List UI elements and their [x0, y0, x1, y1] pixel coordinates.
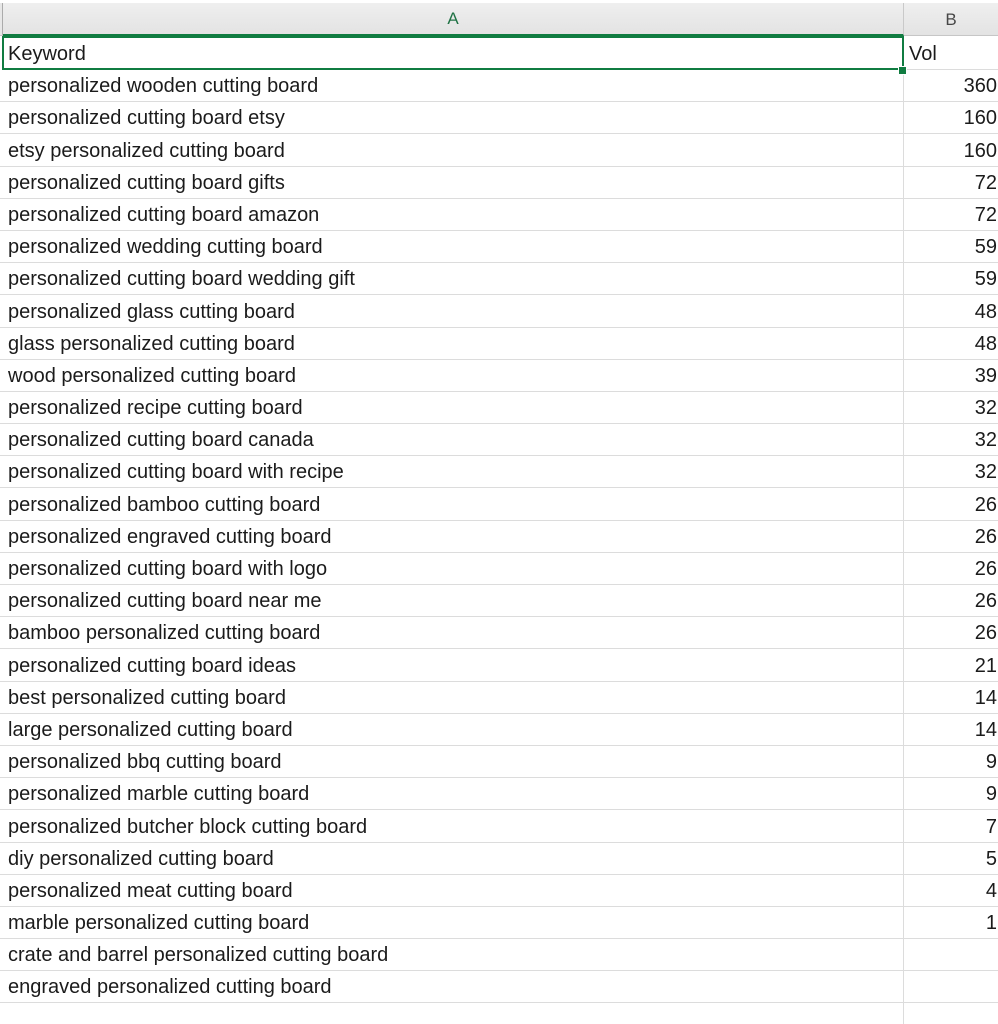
vol-cell[interactable]: 160: [904, 102, 998, 134]
table-row: best personalized cutting board14: [0, 682, 998, 714]
vol-cell[interactable]: 5: [904, 843, 998, 875]
keyword-cell[interactable]: engraved personalized cutting board: [0, 971, 904, 1003]
keyword-cell[interactable]: diy personalized cutting board: [0, 843, 904, 875]
table-row: personalized wedding cutting board59: [0, 231, 998, 263]
vol-cell[interactable]: 7: [904, 810, 998, 842]
vol-cell[interactable]: 1: [904, 907, 998, 939]
vol-cell[interactable]: 360: [904, 70, 998, 102]
keyword-cell[interactable]: wood personalized cutting board: [0, 360, 904, 392]
table-row: personalized cutting board ideas21: [0, 649, 998, 681]
keyword-cell[interactable]: personalized recipe cutting board: [0, 392, 904, 424]
keyword-cell[interactable]: personalized glass cutting board: [0, 295, 904, 327]
table-row: bamboo personalized cutting board26: [0, 617, 998, 649]
vol-cell[interactable]: [904, 1003, 998, 1024]
table-row: personalized marble cutting board9: [0, 778, 998, 810]
keyword-cell[interactable]: large personalized cutting board: [0, 714, 904, 746]
column-header-band: A B: [0, 3, 998, 36]
vol-cell[interactable]: 48: [904, 295, 998, 327]
table-row: engraved personalized cutting board: [0, 971, 998, 1003]
vol-cell[interactable]: 26: [904, 553, 998, 585]
table-row: personalized bamboo cutting board26: [0, 488, 998, 520]
keyword-cell[interactable]: best personalized cutting board: [0, 682, 904, 714]
table-row: personalized cutting board with recipe32: [0, 456, 998, 488]
keyword-cell[interactable]: personalized cutting board with logo: [0, 553, 904, 585]
vol-cell[interactable]: 26: [904, 585, 998, 617]
vol-cell[interactable]: 14: [904, 714, 998, 746]
cell-a1-keyword[interactable]: Keyword: [2, 36, 904, 70]
vol-cell[interactable]: 32: [904, 392, 998, 424]
vol-cell[interactable]: 59: [904, 263, 998, 295]
vol-cell[interactable]: 4: [904, 875, 998, 907]
table-row: crate and barrel personalized cutting bo…: [0, 939, 998, 971]
empty-row: [0, 1003, 998, 1024]
table-row: marble personalized cutting board1: [0, 907, 998, 939]
table-row: personalized recipe cutting board32: [0, 392, 998, 424]
keyword-cell[interactable]: marble personalized cutting board: [0, 907, 904, 939]
table-row: personalized cutting board etsy160: [0, 102, 998, 134]
spreadsheet-grid: A B Keyword Vol personalized wooden cutt…: [0, 0, 998, 1024]
table-row: personalized engraved cutting board26: [0, 521, 998, 553]
keyword-cell[interactable]: [0, 1003, 904, 1024]
vol-cell[interactable]: 14: [904, 682, 998, 714]
vol-cell[interactable]: 9: [904, 778, 998, 810]
keyword-cell[interactable]: glass personalized cutting board: [0, 328, 904, 360]
vol-cell[interactable]: 21: [904, 649, 998, 681]
keyword-cell[interactable]: crate and barrel personalized cutting bo…: [0, 939, 904, 971]
table-row: diy personalized cutting board5: [0, 843, 998, 875]
table-row: wood personalized cutting board39: [0, 360, 998, 392]
table-row: personalized cutting board with logo26: [0, 553, 998, 585]
keyword-cell[interactable]: personalized bamboo cutting board: [0, 488, 904, 520]
vol-cell[interactable]: 26: [904, 488, 998, 520]
keyword-cell[interactable]: personalized cutting board with recipe: [0, 456, 904, 488]
table-row: personalized cutting board near me26: [0, 585, 998, 617]
keyword-cell[interactable]: personalized cutting board amazon: [0, 199, 904, 231]
vol-cell[interactable]: 48: [904, 328, 998, 360]
column-header-a[interactable]: A: [3, 3, 904, 36]
vol-cell[interactable]: 59: [904, 231, 998, 263]
keyword-cell[interactable]: personalized wooden cutting board: [0, 70, 904, 102]
keyword-cell[interactable]: personalized cutting board wedding gift: [0, 263, 904, 295]
keyword-cell[interactable]: personalized wedding cutting board: [0, 231, 904, 263]
keyword-cell[interactable]: personalized bbq cutting board: [0, 746, 904, 778]
table-row: etsy personalized cutting board160: [0, 134, 998, 166]
table-row: personalized cutting board canada32: [0, 424, 998, 456]
header-row: Keyword Vol: [0, 36, 998, 70]
table-row: personalized wooden cutting board360: [0, 70, 998, 102]
table-row: personalized cutting board amazon72: [0, 199, 998, 231]
table-row: personalized cutting board gifts72: [0, 167, 998, 199]
keyword-cell[interactable]: personalized cutting board ideas: [0, 649, 904, 681]
keyword-cell[interactable]: bamboo personalized cutting board: [0, 617, 904, 649]
data-rows: personalized wooden cutting board360pers…: [0, 70, 998, 1024]
keyword-cell[interactable]: personalized marble cutting board: [0, 778, 904, 810]
vol-cell[interactable]: [904, 971, 998, 1003]
cell-b1-vol[interactable]: Vol: [904, 36, 998, 70]
keyword-cell[interactable]: personalized cutting board near me: [0, 585, 904, 617]
table-row: personalized meat cutting board4: [0, 875, 998, 907]
vol-cell[interactable]: 26: [904, 617, 998, 649]
table-row: personalized butcher block cutting board…: [0, 810, 998, 842]
vol-cell[interactable]: 72: [904, 167, 998, 199]
vol-cell[interactable]: 9: [904, 746, 998, 778]
table-row: personalized glass cutting board48: [0, 295, 998, 327]
column-header-b[interactable]: B: [904, 3, 998, 36]
keyword-cell[interactable]: personalized cutting board etsy: [0, 102, 904, 134]
table-row: personalized cutting board wedding gift5…: [0, 263, 998, 295]
vol-cell[interactable]: 32: [904, 456, 998, 488]
keyword-cell[interactable]: personalized meat cutting board: [0, 875, 904, 907]
vol-cell[interactable]: 32: [904, 424, 998, 456]
keyword-cell[interactable]: personalized cutting board canada: [0, 424, 904, 456]
table-row: large personalized cutting board14: [0, 714, 998, 746]
keyword-cell[interactable]: personalized cutting board gifts: [0, 167, 904, 199]
selection-fill-handle[interactable]: [898, 66, 907, 75]
vol-cell[interactable]: 26: [904, 521, 998, 553]
keyword-cell[interactable]: personalized butcher block cutting board: [0, 810, 904, 842]
table-row: personalized bbq cutting board9: [0, 746, 998, 778]
keyword-cell[interactable]: etsy personalized cutting board: [0, 134, 904, 166]
table-row: glass personalized cutting board48: [0, 328, 998, 360]
vol-cell[interactable]: 72: [904, 199, 998, 231]
vol-cell[interactable]: 39: [904, 360, 998, 392]
keyword-cell[interactable]: personalized engraved cutting board: [0, 521, 904, 553]
vol-cell[interactable]: 160: [904, 134, 998, 166]
vol-cell[interactable]: [904, 939, 998, 971]
